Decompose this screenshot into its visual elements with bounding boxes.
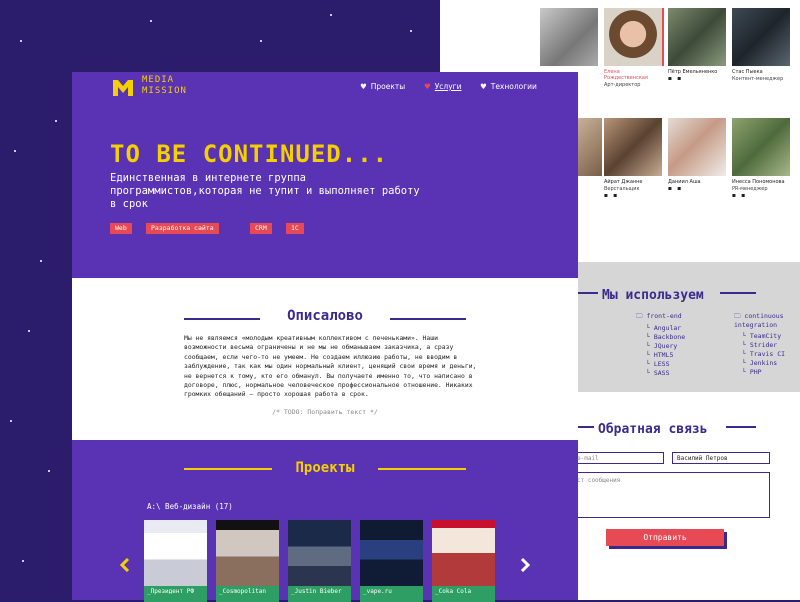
folder-icon: 🗀 (636, 312, 647, 320)
tech-item: Strider (749, 341, 778, 349)
tag[interactable]: Web (110, 223, 132, 234)
frontend-column: 🗀 front-end (636, 312, 682, 321)
member-photo (604, 118, 662, 176)
team-member: Инесса Пономонова PR-менеджер ◼ ◼ (732, 118, 792, 199)
member-photo (732, 118, 790, 176)
about-section: Описалово Мы не являемся «молодым креати… (72, 278, 578, 440)
tech-item: PHP (749, 368, 762, 376)
member-photo (578, 118, 602, 176)
team-member: Пётр Емельяненко ◼ ◼ (668, 8, 728, 82)
media-mission-logo-icon[interactable] (112, 78, 134, 98)
tag[interactable]: CRM (250, 223, 272, 234)
project-card[interactable]: _Президент РФ (144, 520, 207, 602)
tech-item: Backbone (653, 333, 686, 341)
team-member: Айрат Джанне Верстальщик ◼ ◼ (604, 118, 664, 199)
tag[interactable]: Разработка сайта (146, 223, 219, 234)
arrow-right-icon[interactable] (520, 558, 530, 572)
project-label: _Justin Bieber (291, 588, 342, 595)
projects-section: Проекты A:\ Веб-дизайн (17) _Президент Р… (72, 440, 578, 602)
hero-title: TO BE CONTINUED... (110, 140, 389, 168)
heart-icon: ♥ (360, 82, 367, 91)
frontend-label: front-end (646, 312, 682, 320)
project-label: _Президент РФ (147, 588, 194, 595)
front-page: MEDIA MISSION ♥ Проекты ♥ Услуги ♥ Технологи… (72, 72, 578, 602)
social-icons[interactable]: ◼ ◼ (668, 75, 728, 82)
projects-title: Проекты (295, 460, 355, 476)
member-photo (732, 8, 790, 66)
about-title: Описалово (287, 308, 363, 324)
heart-icon: ♥ (424, 82, 431, 91)
tag[interactable]: 1С (286, 223, 304, 234)
hero-section: MEDIA MISSION ♥ Проекты ♥ Услуги ♥ Технологи… (72, 72, 578, 278)
heart-icon: ♥ (480, 82, 487, 91)
name-field[interactable]: Василий Петров (672, 452, 770, 464)
team-member: Елена Рождественская Арт-директор (604, 8, 664, 88)
social-icons[interactable]: ◼ ◼ (604, 192, 664, 199)
breadcrumb: A:\ Веб-дизайн (17) (147, 502, 233, 511)
member-name: Елена Рождественская (604, 69, 648, 81)
tech-item: TeamCity (749, 332, 782, 340)
member-photo (668, 118, 726, 176)
tech-item: JQuery (653, 342, 678, 350)
feedback-title: Обратная связь (598, 422, 708, 437)
ci-list: └ TeamCity └ Strider └ Travis CI └ Jenkins └… (742, 332, 786, 376)
social-icons[interactable]: ◼ ◼ (668, 185, 728, 192)
frontend-list: └ Angular └ Backbone └ JQuery └ HTML5 └ LESS… (646, 324, 686, 377)
uses-title: Мы используем (602, 288, 704, 303)
divider (578, 426, 594, 428)
nav-label: Услуги (434, 82, 462, 91)
logo-line2: MISSION (142, 86, 187, 96)
project-thumbnail (144, 520, 207, 586)
team-member: Даниил Аша ◼ ◼ (668, 118, 728, 192)
member-name: Стас Пыека (732, 69, 763, 75)
nav-label: Проекты (370, 82, 406, 91)
project-thumbnail (360, 520, 423, 586)
folder-icon: 🗀 (734, 312, 745, 320)
divider (720, 292, 756, 294)
project-thumbnail (288, 520, 351, 586)
email-field[interactable]: e-mail (572, 452, 664, 464)
member-photo (604, 8, 664, 66)
tech-item: Angular (653, 324, 682, 332)
tech-item: Travis CI (749, 350, 786, 358)
about-text: Мы не являемся «молодым креативным колле… (184, 334, 477, 399)
social-icons[interactable]: ◼ ◼ (732, 192, 792, 199)
logo-text[interactable]: MEDIA MISSION (142, 75, 187, 97)
arrow-left-icon[interactable] (120, 558, 130, 572)
hero-subtitle: Единственная в интернете группа программ… (110, 172, 420, 210)
tech-item: Jenkins (749, 359, 778, 367)
project-label: _vape.ru (363, 588, 392, 595)
logo-line1: MEDIA (142, 75, 175, 85)
team-member: Стас Пыека Контент-менеджер (732, 8, 792, 82)
nav-item-technologies[interactable]: ♥ Технологии (480, 82, 537, 91)
todo-comment: /* TODO: Поправить текст */ (272, 408, 378, 416)
project-label: _Cosmopolitan (219, 588, 266, 595)
project-card[interactable]: _Cosmopolitan (216, 520, 279, 602)
project-thumbnail (216, 520, 279, 586)
tech-item: HTML5 (653, 351, 674, 359)
member-photo (540, 8, 598, 66)
member-role: Арт-директор (604, 82, 641, 88)
member-role: Контент-менеджер (732, 76, 784, 82)
tech-item: SASS (653, 369, 670, 377)
message-field[interactable]: ст сообщения (572, 472, 770, 518)
project-card[interactable]: _Coka Cola (432, 520, 495, 602)
divider (726, 426, 756, 428)
nav-item-services[interactable]: ♥ Услуги (424, 82, 461, 91)
member-name: Инесса Пономонова (732, 179, 785, 185)
tech-item: LESS (653, 360, 670, 368)
nav-item-projects[interactable]: ♥ Проекты (360, 82, 405, 91)
project-thumbnail (432, 520, 495, 586)
project-label: _Coka Cola (435, 588, 472, 595)
team-member (540, 8, 600, 66)
project-card[interactable]: _Justin Bieber (288, 520, 351, 602)
member-name: Айрат Джанне (604, 179, 643, 185)
ci-column: 🗀 continuous integration (734, 312, 794, 330)
send-button[interactable]: Отправить (606, 529, 724, 546)
project-card[interactable]: _vape.ru (360, 520, 423, 602)
divider (578, 292, 598, 294)
nav-label: Технологии (490, 82, 537, 91)
member-photo (668, 8, 726, 66)
